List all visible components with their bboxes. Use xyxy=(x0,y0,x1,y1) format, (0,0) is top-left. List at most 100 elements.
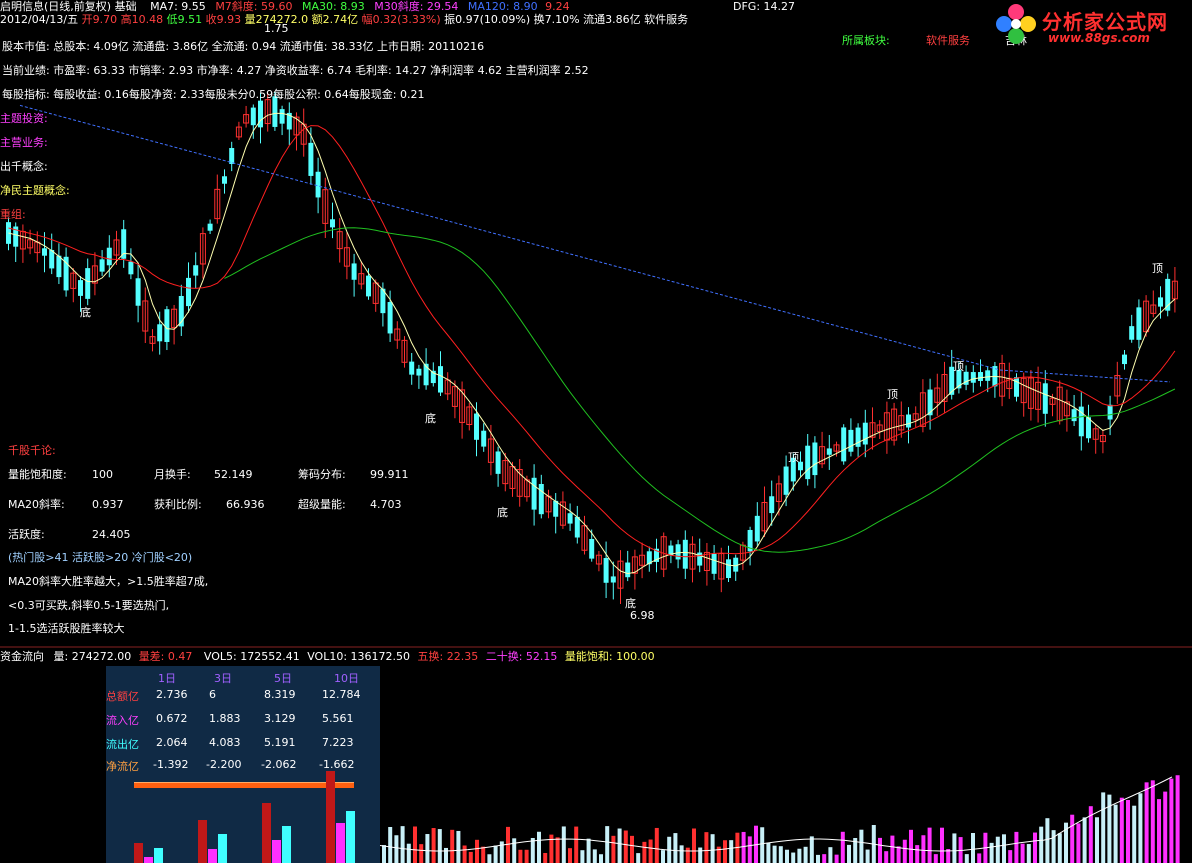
candle-body xyxy=(474,413,479,440)
sector-label: 所属板块: xyxy=(842,34,890,47)
quote-turnover: 换7.10% xyxy=(533,13,580,26)
analysis-note-4: 1-1.5选活跃股胜率较大 xyxy=(8,622,125,635)
flow-bar-total-10d xyxy=(326,771,335,863)
quote-open: 开9.70 xyxy=(81,13,118,26)
candle-body xyxy=(106,247,112,266)
volume-bar xyxy=(1132,805,1137,863)
flow-label-in: 流入亿 xyxy=(106,714,139,727)
sector-value[interactable]: 软件服务 xyxy=(926,34,970,48)
mark-top-2: 顶 xyxy=(887,388,898,401)
flow-cell: 6 xyxy=(209,688,216,701)
mark-top-3: 顶 xyxy=(953,360,964,373)
flow-bar-total-3d xyxy=(198,820,207,863)
volume-bar xyxy=(493,845,498,863)
candle-body xyxy=(1071,409,1077,422)
flow-cell: 0.672 xyxy=(156,712,188,725)
volume-bar xyxy=(952,833,957,863)
flow-label-net: 净流亿 xyxy=(106,760,139,773)
flow-header-3d: 3日 xyxy=(214,672,232,685)
info-line-pershare: 每股指标: 每股收益: 0.16每股净资: 2.33每股未分0.59每股公积: … xyxy=(2,88,425,101)
candle-body xyxy=(308,142,314,176)
flow-cell: 4.083 xyxy=(209,736,241,749)
candle-body xyxy=(42,248,47,256)
ma120-readout: MA120: 8.90 xyxy=(467,0,538,13)
net-flow-bar xyxy=(134,782,354,788)
volume-bar xyxy=(909,829,913,863)
volume-panel-name[interactable]: 资金流向 xyxy=(0,650,44,663)
candle-body xyxy=(848,429,854,452)
volume-bar xyxy=(995,836,1000,863)
ma30-readout: MA30: 8.93 xyxy=(302,0,365,13)
flow-label-out: 流出亿 xyxy=(106,738,139,751)
quote-date: 2012/04/13/五 xyxy=(0,13,79,26)
candle-body xyxy=(1158,297,1163,307)
analysis-v1-0: 100 xyxy=(92,468,113,481)
candle-body xyxy=(49,249,55,269)
volume-bar xyxy=(437,829,442,863)
candle-body xyxy=(754,515,760,542)
candle-body xyxy=(567,513,573,524)
candle-body xyxy=(78,280,83,296)
ma7-readout: MA7: 9.55 xyxy=(150,0,206,13)
candle-body xyxy=(812,442,818,476)
flow-header-1d: 1日 xyxy=(158,672,176,685)
volume-bar xyxy=(1020,843,1025,863)
flow-label-total: 总额亿 xyxy=(106,690,139,703)
analysis-v3-0: 99.911 xyxy=(370,468,409,481)
candle-body xyxy=(279,109,285,124)
candle-body xyxy=(553,500,559,517)
flow-cell: -2.200 xyxy=(206,758,242,771)
volume-bar xyxy=(785,849,789,863)
candle-body xyxy=(1122,354,1127,365)
flow-cell: -1.392 xyxy=(153,758,189,771)
candle-body xyxy=(826,448,832,455)
quote-industry: 软件服务 xyxy=(644,13,689,26)
m30slope-readout: M30斜度: 29.54 xyxy=(374,0,459,13)
volume-bar xyxy=(989,842,994,863)
volume-bar xyxy=(648,839,653,863)
volume-bar xyxy=(1008,850,1013,863)
volume-bar xyxy=(902,839,907,863)
candle-body xyxy=(862,422,868,445)
volume-bar xyxy=(927,827,932,863)
volume-bar xyxy=(1070,814,1075,863)
volume-bar xyxy=(828,847,833,863)
chart-tab[interactable]: 基础 xyxy=(115,0,137,13)
candle-body xyxy=(157,324,163,342)
activity-value: 24.405 xyxy=(92,528,131,541)
flow-cell: 3.129 xyxy=(264,712,296,725)
volume-bar xyxy=(791,852,796,863)
candle-body xyxy=(603,558,609,583)
volume-bar xyxy=(772,845,777,863)
flow-cell: 12.784 xyxy=(322,688,361,701)
quote-line: 2012/04/13/五 开9.70 高10.48 低9.51 收9.93 量2… xyxy=(0,13,688,27)
volume-bar xyxy=(394,835,399,863)
volume-bar xyxy=(1169,778,1174,863)
volume-bar xyxy=(1057,833,1062,863)
quote-close: 收9.93 xyxy=(205,13,242,26)
volume-bar xyxy=(617,828,622,863)
volume-bar xyxy=(1138,793,1143,863)
flow-cell: 2.736 xyxy=(156,688,188,701)
candle-body xyxy=(805,445,811,480)
volume-bar xyxy=(561,826,566,863)
candle-body xyxy=(726,559,731,579)
analysis-k1-1: MA20斜率: xyxy=(8,498,65,511)
candle-body xyxy=(538,484,544,515)
flow-bar-out-3d xyxy=(218,834,227,863)
volume-bar xyxy=(673,833,678,863)
candle-body xyxy=(121,229,127,259)
flow-bar-in-3d xyxy=(208,849,217,863)
candle-body xyxy=(574,516,580,538)
quote-change: 幅0.32(3.33%) xyxy=(361,13,441,26)
analysis-v2-0: 52.149 xyxy=(214,468,253,481)
volume-bar xyxy=(1045,818,1050,863)
saturation-value: 量能饱和: 100.00 xyxy=(564,650,655,663)
volume-bar xyxy=(890,835,895,863)
volume-bar xyxy=(586,838,591,863)
flow-cell: 7.223 xyxy=(322,736,354,749)
volume-bar xyxy=(462,845,467,863)
volume-bar xyxy=(964,854,969,863)
volume-bar xyxy=(543,852,548,863)
mark-bottom-3: 底 xyxy=(497,506,508,519)
